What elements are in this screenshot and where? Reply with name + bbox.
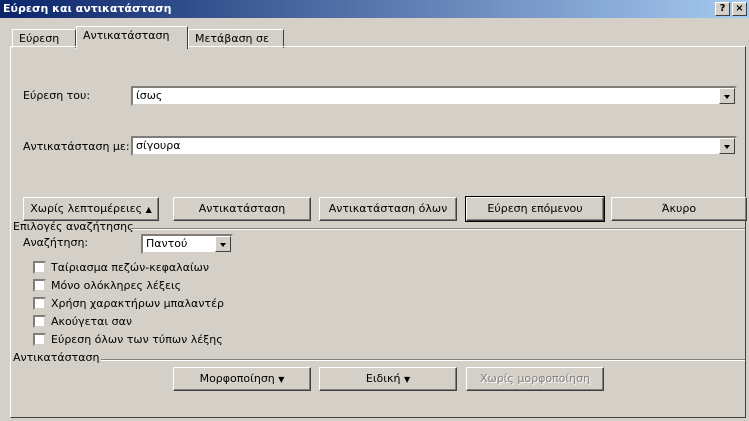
sounds-like-checkbox[interactable] bbox=[33, 315, 46, 328]
no-formatting-button: Χωρίς μορφοποίηση bbox=[466, 367, 604, 391]
cancel-button[interactable]: Άκυρο bbox=[611, 197, 747, 221]
less-button[interactable]: Χωρίς λεπτομέρειες ▲ bbox=[23, 197, 159, 221]
special-button[interactable]: Ειδική ▼ bbox=[319, 367, 457, 391]
chevron-down-icon[interactable] bbox=[719, 88, 735, 104]
format-button[interactable]: Μορφοποίηση ▼ bbox=[173, 367, 311, 391]
window-title: Εύρεση και αντικατάσταση bbox=[3, 2, 172, 15]
find-label: Εύρεση του: bbox=[23, 89, 91, 102]
group-divider bbox=[101, 359, 745, 361]
match-case-label: Ταίριασμα πεζών-κεφαλαίων bbox=[51, 261, 210, 274]
dropdown-arrow-icon: ▼ bbox=[278, 375, 285, 384]
find-value: ίσως bbox=[136, 89, 163, 102]
wildcards-label: Χρήση χαρακτήρων μπαλαντέρ bbox=[51, 297, 225, 310]
chevron-down-icon[interactable] bbox=[215, 236, 231, 252]
whole-words-checkbox[interactable] bbox=[33, 279, 46, 292]
tab-replace[interactable]: Αντικατάσταση bbox=[76, 26, 188, 49]
chevron-down-icon[interactable] bbox=[719, 138, 735, 154]
find-input[interactable]: ίσως bbox=[131, 86, 737, 106]
whole-words-label: Μόνο ολόκληρες λέξεις bbox=[51, 279, 182, 292]
replace-all-button[interactable]: Αντικατάσταση όλων bbox=[319, 197, 457, 221]
format-button-label: Μορφοποίηση bbox=[199, 372, 275, 385]
dropdown-arrow-icon: ▼ bbox=[403, 375, 411, 384]
replace-group-label: Αντικατάσταση bbox=[13, 351, 100, 364]
close-button[interactable]: × bbox=[732, 2, 747, 16]
word-forms-checkbox[interactable] bbox=[33, 333, 46, 346]
search-direction-label: Αναζήτηση: bbox=[23, 236, 89, 249]
wildcards-checkbox[interactable] bbox=[33, 297, 46, 310]
replace-value: σίγουρα bbox=[136, 139, 181, 152]
group-divider bbox=[131, 228, 745, 230]
special-button-label: Ειδική bbox=[365, 372, 401, 385]
sounds-like-label: Ακούγεται σαν bbox=[51, 315, 133, 328]
replace-input[interactable]: σίγουρα bbox=[131, 136, 737, 156]
replace-button[interactable]: Αντικατάσταση bbox=[173, 197, 311, 221]
search-options-label: Επιλογές αναζήτησης bbox=[13, 220, 134, 233]
tab-panel: Εύρεση του: ίσως Αντικατάσταση με: σίγου… bbox=[10, 46, 747, 418]
title-bar: Εύρεση και αντικατάσταση ? × bbox=[0, 0, 749, 18]
less-button-label: Χωρίς λεπτομέρειες bbox=[30, 202, 143, 215]
replace-label: Αντικατάσταση με: bbox=[23, 140, 130, 153]
help-button[interactable]: ? bbox=[715, 2, 730, 16]
arrow-up-icon: ▲ bbox=[145, 205, 152, 214]
match-case-checkbox[interactable] bbox=[33, 261, 46, 274]
word-forms-label: Εύρεση όλων των τύπων λέξης bbox=[51, 333, 223, 346]
search-direction-select[interactable]: Παντού bbox=[141, 234, 233, 254]
search-direction-value: Παντού bbox=[146, 237, 188, 250]
find-next-button[interactable]: Εύρεση επόμενου bbox=[465, 196, 605, 222]
